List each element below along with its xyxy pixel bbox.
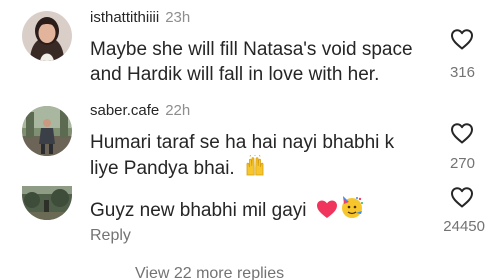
like-count: 24450 <box>443 218 485 235</box>
timestamp: 23h <box>165 9 191 26</box>
comment-text-line-1: Maybe she will fill Natasa's void space <box>90 39 413 60</box>
like-count: 316 <box>449 64 475 81</box>
username[interactable]: isthattithiiii <box>90 9 159 26</box>
comment-meta: saber.cafe 22h <box>90 102 190 120</box>
heart-outline-icon <box>451 187 473 208</box>
comment-text: liye Pandya bhai. <box>90 158 235 179</box>
avatar[interactable] <box>22 106 72 156</box>
avatar[interactable] <box>22 186 72 220</box>
username[interactable]: saber.cafe <box>90 102 159 119</box>
comments-list: isthattithiiii 23h Maybe she will fill Na… <box>0 0 500 280</box>
avatar-photo <box>22 106 72 156</box>
comment-text-line-1: Guyz new bhabhi mil gayi <box>90 195 364 226</box>
like-button[interactable] <box>442 122 482 144</box>
reply-button[interactable]: Reply <box>90 226 131 246</box>
partying-face-emoji <box>340 195 364 226</box>
like-count: 270 <box>449 155 475 172</box>
comment-item: isthattithiiii 23h Maybe she will fill Na… <box>0 0 500 90</box>
view-more-replies-button[interactable]: View 22 more replies <box>135 264 284 280</box>
comment-text-line-1: Humari taraf se ha hai nayi bhabhi k <box>90 132 395 153</box>
comment-meta: isthattithiiii 23h <box>90 9 190 27</box>
heart-outline-icon <box>451 123 473 144</box>
avatar-photo <box>22 186 72 220</box>
avatar-photo <box>22 11 72 61</box>
comment-item: saber.cafe 22h Humari taraf se ha hai nay… <box>0 95 500 185</box>
comment-text: Guyz new bhabhi mil gayi <box>90 200 307 221</box>
red-heart-emoji <box>316 199 338 226</box>
like-button[interactable] <box>442 186 482 208</box>
heart-outline-icon <box>451 29 473 50</box>
timestamp: 22h <box>165 102 191 119</box>
comment-item: Guyz new bhabhi mil gayi 24450 Reply <box>0 180 500 250</box>
like-button[interactable] <box>442 28 482 50</box>
comment-text-line-2: and Hardik will fall in love with her. <box>90 64 380 85</box>
avatar[interactable] <box>22 11 72 61</box>
